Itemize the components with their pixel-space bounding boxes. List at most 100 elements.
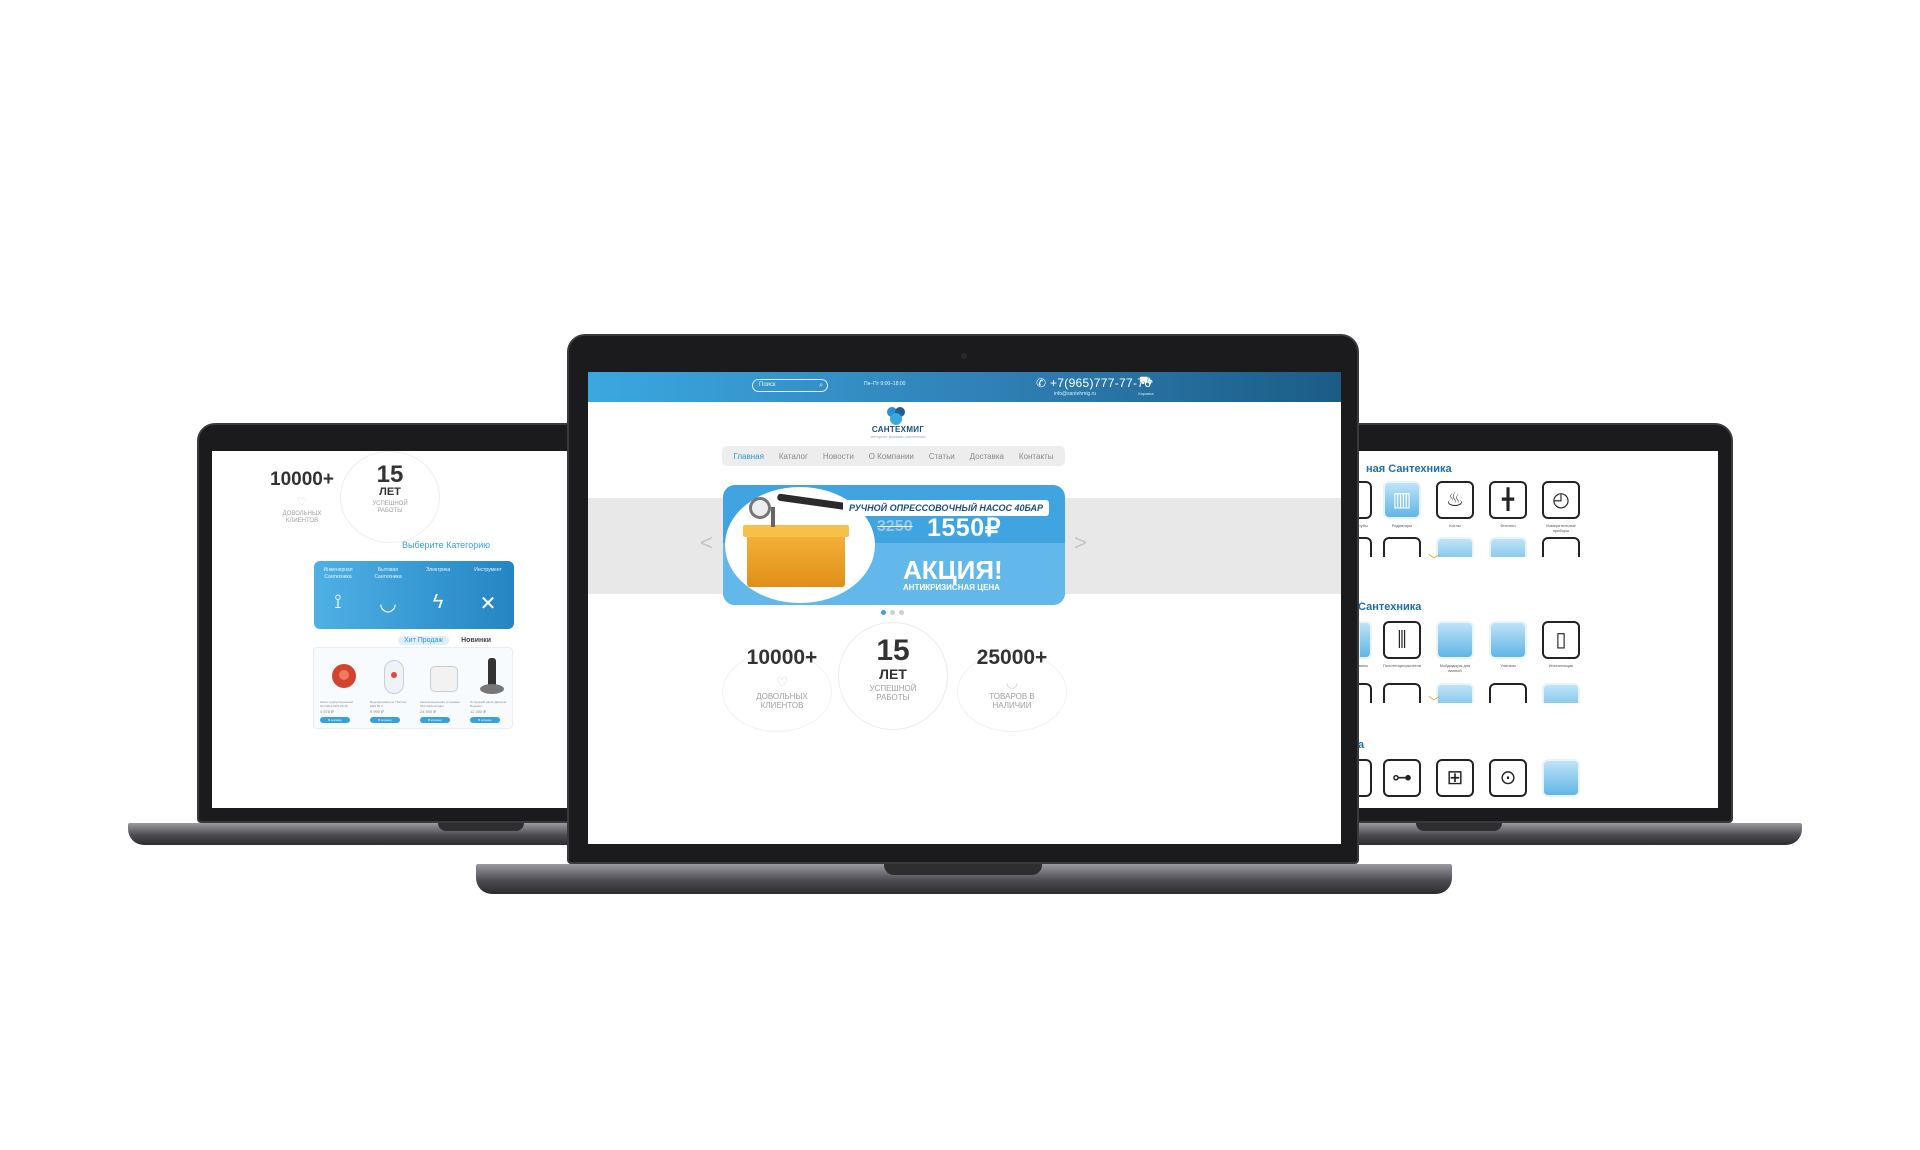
right-row-partial xyxy=(1358,537,1588,557)
stat-number-years: 15 xyxy=(876,634,910,667)
working-hours: Пн–Пт 9:00–18:00 xyxy=(864,381,906,387)
right-row-partial-2 xyxy=(1358,683,1588,703)
slider-dot-1[interactable] xyxy=(881,610,886,615)
cart-icon[interactable]: ⛟ xyxy=(1135,375,1157,389)
add-to-cart-button-2[interactable]: В корзину xyxy=(370,717,400,723)
tools-icon: ✕ xyxy=(479,593,497,615)
product-price-3: 24 500 ₽ xyxy=(420,709,436,714)
stat-number-clients: 10000+ xyxy=(746,646,818,669)
cart-label[interactable]: Корзина xyxy=(1131,391,1161,396)
left-stat-number-2: 15 xyxy=(376,461,404,488)
slider-next-arrow[interactable]: > xyxy=(1074,530,1087,556)
product-title-2[interactable]: Водонагреватель Thermex ERS 50 V xyxy=(370,700,410,708)
left-stat-label-2: УСПЕШНОЙ РАБОТЫ xyxy=(372,501,408,514)
add-to-cart-button-3[interactable]: В корзину xyxy=(420,717,450,723)
right-item-label: Фитинги xyxy=(1500,523,1516,528)
slider-prev-arrow[interactable]: < xyxy=(700,530,713,556)
slider-dot-2[interactable] xyxy=(890,610,895,615)
chevron-down-icon[interactable]: ﹀ xyxy=(1428,693,1440,710)
add-to-cart-button-1[interactable]: В корзину xyxy=(320,717,350,723)
left-categories-title: Выберите Категорию xyxy=(402,540,491,550)
search-input[interactable]: Поиск ⌕ xyxy=(752,379,828,392)
right-item-label: Котлы xyxy=(1449,523,1461,528)
boiler-icon[interactable]: ♨ xyxy=(1436,481,1474,519)
panel-icon[interactable]: ⊞ xyxy=(1436,759,1474,797)
socket-icon[interactable]: ⊙ xyxy=(1489,759,1527,797)
right-item-label: Инсталляции xyxy=(1548,663,1574,668)
logo-name[interactable]: САНТЕХМИГ xyxy=(858,425,938,434)
cable-reel-icon[interactable]: ⊶ xyxy=(1383,759,1421,797)
add-to-cart-button-4[interactable]: В корзину xyxy=(470,717,500,723)
right-item-label: Измерительные приборы xyxy=(1546,523,1576,533)
left-screen: 10000+ ♡ ДОВОЛЬНЫХ КЛИЕНТОВ 15 ЛЕТ УСПЕШ… xyxy=(212,451,592,808)
bathtub-icon: ◡ xyxy=(1005,674,1019,690)
product-image-submersible-pump[interactable] xyxy=(474,656,512,696)
bathtub-icon: ◡ xyxy=(379,593,397,615)
stats-row: 10000+ ♡ ДОВОЛЬНЫХ КЛИЕНТОВ 15 ЛЕТ УСПЕШ… xyxy=(722,622,1067,742)
top-bar: Поиск ⌕ Пн–Пт 9:00–18:00 ✆ +7(965)777-77… xyxy=(588,372,1341,402)
toilet-tile[interactable] xyxy=(1489,621,1527,659)
slider-dots xyxy=(881,610,904,615)
right-item-label: Полотенцесушители xyxy=(1382,663,1422,668)
cable-icon[interactable] xyxy=(1358,759,1372,797)
nav-item-delivery[interactable]: Доставка xyxy=(970,452,1004,461)
right-item-label: Радиаторы xyxy=(1391,523,1413,528)
product-title-4[interactable]: Погружной насос Джилекс Водомет xyxy=(470,700,510,708)
stat-unit-years: ЛЕТ xyxy=(879,666,907,682)
left-category-label-2[interactable]: Бытовая Сантехника xyxy=(364,567,412,581)
promo-subtitle: АНТИКРИЗИСНАЯ ЦЕНА xyxy=(903,583,1000,592)
left-stat-label-1: ДОВОЛЬНЫХ КЛИЕНТОВ xyxy=(282,511,322,524)
tab-new[interactable]: Новинки xyxy=(455,636,497,645)
towel-warmer-icon[interactable]: ⫼ xyxy=(1383,621,1421,659)
email-link[interactable]: info@santehmig.ru xyxy=(1054,391,1096,397)
search-icon[interactable]: ⌕ xyxy=(819,380,823,391)
logo-icon[interactable] xyxy=(884,406,908,426)
product-image-heater[interactable] xyxy=(374,656,412,696)
nav-item-home[interactable]: Главная xyxy=(733,452,763,461)
left-stat-number-1: 10000+ xyxy=(270,469,334,490)
mockup-stage: 10000+ ♡ ДОВОЛЬНЫХ КЛИЕНТОВ 15 ЛЕТ УСПЕШ… xyxy=(0,0,1920,1150)
vanity-tile[interactable] xyxy=(1436,621,1474,659)
promo-headline: АКЦИЯ! xyxy=(903,555,1003,585)
product-image-sewage-unit[interactable] xyxy=(424,656,462,696)
right-section-title-2: Сантехника xyxy=(1358,601,1422,613)
slider-dot-3[interactable] xyxy=(899,610,904,615)
left-products-list: Насос циркуляционный Grundfos UPS 25-40 … xyxy=(313,647,513,729)
gauge-icon[interactable]: ◴ xyxy=(1542,481,1580,519)
heart-icon: ♡ xyxy=(297,496,307,508)
tab-bestsellers[interactable]: Хит Продаж xyxy=(398,636,450,645)
nav-item-about[interactable]: О Компании xyxy=(869,452,914,461)
logo-tagline: интернет-магазин сантехники xyxy=(870,434,926,439)
left-category-label-1[interactable]: Инженерная Сантехника xyxy=(314,567,362,581)
radiators-tile[interactable]: ▥ xyxy=(1383,481,1421,519)
left-stat-unit-2: ЛЕТ xyxy=(379,486,401,498)
promo-banner[interactable]: РУЧНОЙ ОПРЕССОВОЧНЫЙ НАСОС 40БАР 3250 15… xyxy=(723,485,1065,605)
product-price-1: 4 578 ₽ xyxy=(320,709,334,714)
nav-item-news[interactable]: Новости xyxy=(823,452,854,461)
phone-number[interactable]: ✆ +7(965)777-77-76 xyxy=(1036,376,1151,390)
nav-item-contacts[interactable]: Контакты xyxy=(1019,452,1054,461)
chevron-down-icon[interactable]: ﹀ xyxy=(1428,551,1440,568)
nav-item-catalog[interactable]: Каталог xyxy=(779,452,808,461)
left-category-label-4[interactable]: Инструмент xyxy=(464,567,512,574)
pipes-icon[interactable] xyxy=(1358,481,1372,519)
stat-label-years: УСПЕШНОЙ РАБОТЫ xyxy=(869,684,917,702)
stat-label-clients: ДОВОЛЬНЫХ КЛИЕНТОВ xyxy=(756,692,808,710)
old-price: 3250 xyxy=(877,518,913,535)
heart-icon: ♡ xyxy=(775,674,789,690)
right-section-title-1: ная Сантехника xyxy=(1366,463,1452,475)
product-title-3[interactable]: Канализационная установка SFA Sanicompac… xyxy=(420,700,460,708)
left-category-label-3[interactable]: Электрика xyxy=(414,567,462,574)
nav-item-articles[interactable]: Статьи xyxy=(929,452,955,461)
product-image-pump[interactable] xyxy=(324,656,362,696)
installation-icon[interactable]: ▯ xyxy=(1542,621,1580,659)
bathtub-tile[interactable] xyxy=(1358,621,1372,659)
main-screen: Поиск ⌕ Пн–Пт 9:00–18:00 ✆ +7(965)777-77… xyxy=(588,372,1341,844)
meter-tile[interactable] xyxy=(1542,759,1580,797)
fittings-icon[interactable]: ╋ xyxy=(1489,481,1527,519)
new-price: 1550₽ xyxy=(927,514,1002,542)
left-product-tabs: Хит Продаж Новинки xyxy=(398,636,497,645)
right-item-label: Мойдодыры для ванной xyxy=(1439,663,1471,673)
lightning-icon: ϟ xyxy=(432,591,444,613)
product-title-1[interactable]: Насос циркуляционный Grundfos UPS 25-40 xyxy=(320,700,360,708)
